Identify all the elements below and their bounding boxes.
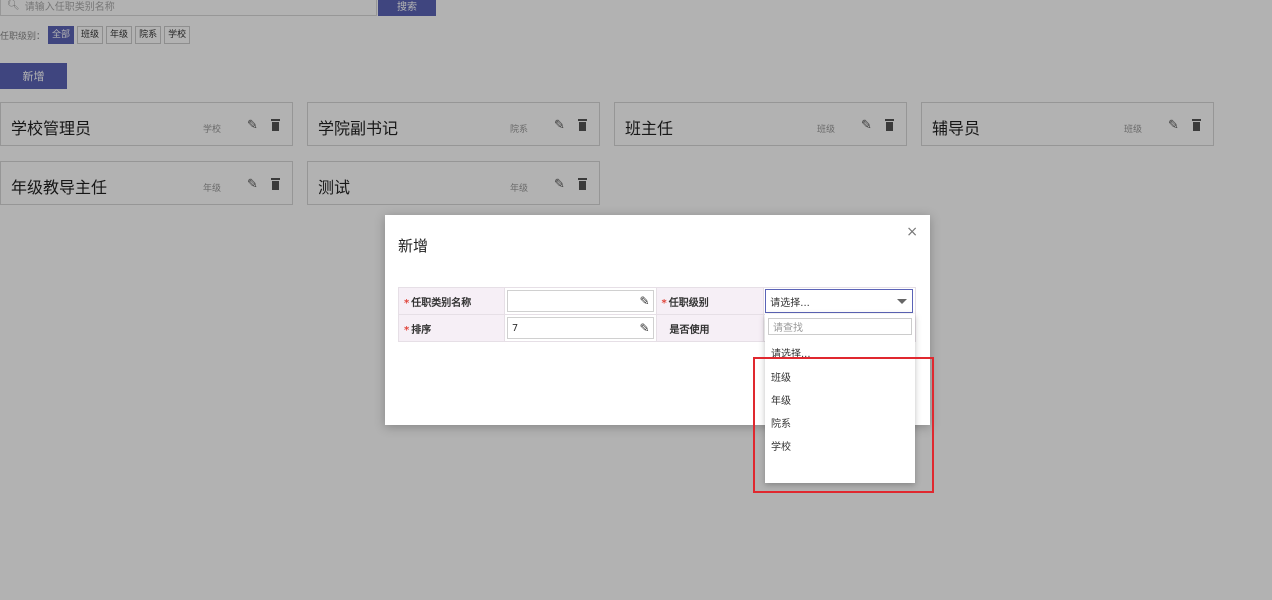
name-field[interactable]	[506, 290, 654, 312]
order-field-cell: 7 ✎	[503, 314, 657, 342]
highlight-box	[753, 357, 934, 493]
level-field-cell: 请选择...	[763, 287, 916, 315]
level-select-value: 请选择...	[770, 297, 810, 309]
close-icon[interactable]: ×	[906, 224, 918, 240]
pencil-icon: ✎	[639, 321, 650, 335]
order-field-label: * 排序	[398, 314, 505, 342]
level-select[interactable]: 请选择...	[765, 289, 914, 313]
name-field-label: * 任职类别名称	[398, 287, 505, 315]
level-field-label: * 任职级别	[655, 287, 765, 315]
page: 🔍︎ 请输入任职类别名称 搜索 任职级别： 全部 班级 年级 院系 学校 新增 …	[0, 0, 1272, 600]
dialog-title: 新增	[398, 237, 429, 255]
name-field-cell: ✎	[503, 287, 657, 315]
order-field[interactable]: 7	[506, 317, 654, 339]
active-field-label: 是否使用	[655, 314, 765, 342]
pencil-icon: ✎	[639, 294, 650, 308]
dropdown-search-input[interactable]: 请查找	[768, 318, 912, 335]
chevron-down-icon	[897, 299, 908, 304]
